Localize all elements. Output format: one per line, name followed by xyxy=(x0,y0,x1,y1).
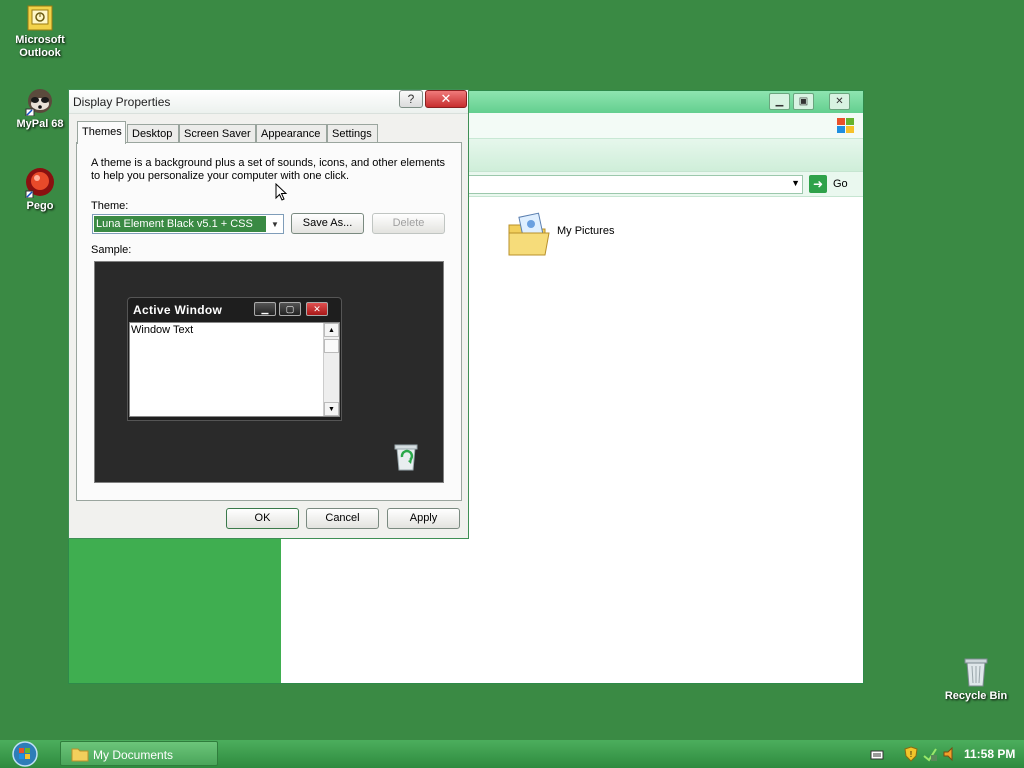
sample-scrollbar: ▲ ▼ xyxy=(323,323,339,416)
network-icon[interactable] xyxy=(922,746,938,762)
pego-icon xyxy=(25,168,54,198)
desktop-icon-label: Microsoft xyxy=(15,34,65,46)
theme-label: Theme: xyxy=(91,200,129,212)
chevron-down-icon[interactable]: ▼ xyxy=(791,178,800,188)
folder-icon xyxy=(71,748,89,762)
recycle-bin-icon xyxy=(964,658,988,687)
outlook-icon xyxy=(27,5,53,31)
themes-panel: A theme is a background plus a set of so… xyxy=(76,142,462,501)
close-icon: ✕ xyxy=(306,302,328,316)
scroll-thumb xyxy=(324,339,339,353)
chevron-down-icon[interactable]: ▼ xyxy=(269,219,281,231)
recycle-bin-icon xyxy=(394,444,418,471)
maximize-icon: ▢ xyxy=(279,302,301,316)
keyboard-icon[interactable] xyxy=(870,749,884,761)
desktop-icon-label: Outlook xyxy=(19,47,61,59)
close-button[interactable]: ✕ xyxy=(425,90,467,108)
tab-desktop[interactable]: Desktop xyxy=(127,124,179,143)
themes-description: A theme is a background plus a set of so… xyxy=(91,157,446,182)
theme-select-value: Luna Element Black v5.1 + CSS xyxy=(94,216,266,232)
start-button[interactable] xyxy=(8,741,42,767)
tab-themes[interactable]: Themes xyxy=(77,121,126,144)
minimize-icon: ▁ xyxy=(254,302,276,316)
cancel-button[interactable]: Cancel xyxy=(306,508,379,529)
save-as-button[interactable]: Save As... xyxy=(291,213,364,234)
taskbar-button-my-documents[interactable]: My Documents xyxy=(60,741,218,766)
taskbar: My Documents ! 11:58 PM xyxy=(0,740,1024,768)
theme-sample-preview: Active Window ▁ ▢ ✕ Window Text ▲ ▼ xyxy=(94,261,444,483)
go-button[interactable]: ➜ Go xyxy=(809,175,855,194)
scroll-down-icon: ▼ xyxy=(324,402,339,416)
folder-my-pictures[interactable]: My Pictures xyxy=(505,211,665,261)
maximize-button[interactable]: ▣ xyxy=(793,93,814,110)
svg-text:!: ! xyxy=(910,750,912,759)
sample-window-body: Window Text ▲ ▼ xyxy=(129,322,340,417)
sample-active-window: Active Window ▁ ▢ ✕ Window Text ▲ ▼ xyxy=(127,297,342,421)
close-button[interactable]: ✕ xyxy=(829,93,850,110)
desktop-icon-label: Recycle Bin xyxy=(944,690,1008,702)
minimize-button[interactable]: ▁ xyxy=(769,93,790,110)
taskbar-clock[interactable]: 11:58 PM xyxy=(964,747,1015,761)
sample-window-title: Active Window xyxy=(133,303,223,317)
ok-button[interactable]: OK xyxy=(226,508,299,529)
tab-appearance[interactable]: Appearance xyxy=(256,124,327,143)
delete-button[interactable]: Delete xyxy=(372,213,445,234)
windows-logo-icon xyxy=(837,118,854,133)
go-arrow-icon: ➜ xyxy=(809,175,827,193)
folder-label: My Pictures xyxy=(557,225,615,237)
tab-screen-saver[interactable]: Screen Saver xyxy=(179,124,256,143)
tab-settings[interactable]: Settings xyxy=(327,124,378,143)
apply-button[interactable]: Apply xyxy=(387,508,460,529)
dialog-title: Display Properties xyxy=(73,95,171,109)
help-button[interactable]: ? xyxy=(399,90,423,108)
desktop-icon-outlook[interactable]: Microsoft Outlook xyxy=(0,4,80,60)
desktop-icon-recycle-bin[interactable]: Recycle Bin xyxy=(936,656,1016,703)
mouse-cursor-icon xyxy=(275,183,288,201)
volume-icon[interactable] xyxy=(942,746,958,762)
go-label: Go xyxy=(833,178,848,190)
security-shield-icon[interactable]: ! xyxy=(904,746,918,762)
theme-select[interactable]: Luna Element Black v5.1 + CSS ▼ xyxy=(92,214,284,234)
dialog-titlebar[interactable]: Display Properties ? ✕ xyxy=(69,90,468,114)
sample-label: Sample: xyxy=(91,244,132,256)
display-properties-dialog[interactable]: Display Properties ? ✕ Themes Desktop Sc… xyxy=(68,89,469,539)
taskbar-button-label: My Documents xyxy=(93,748,174,762)
scroll-up-icon: ▲ xyxy=(324,323,339,337)
sample-window-text: Window Text xyxy=(131,324,194,336)
raccoon-icon xyxy=(25,89,52,116)
pictures-folder-icon xyxy=(508,212,550,256)
